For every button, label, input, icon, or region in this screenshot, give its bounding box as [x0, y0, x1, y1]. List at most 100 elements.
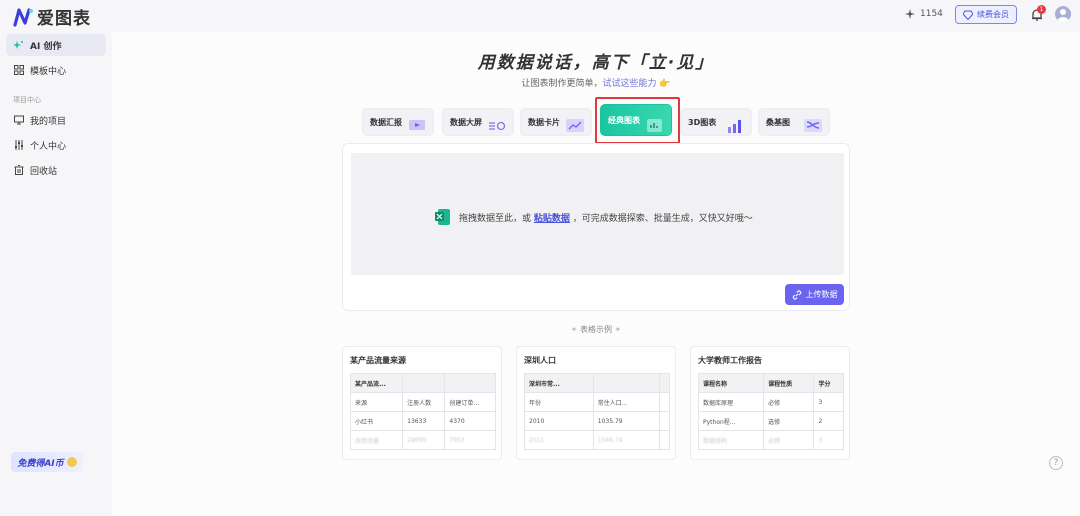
table-cell: 7953: [444, 430, 496, 450]
notification-badge: 1: [1037, 5, 1046, 14]
table-cell: [444, 373, 496, 393]
sparkle-right-icon: ✦: [614, 325, 622, 334]
table-cell: 来源: [349, 392, 404, 412]
tab-data-report[interactable]: 数据汇报: [362, 108, 434, 136]
logo-text: 爱图表: [37, 9, 91, 29]
sample-card-traffic[interactable]: 某产品流量来源 某产品流... 来源 注册人数 创建订单... 小红书 13633 43…: [342, 346, 502, 460]
table-cell: 1046.74: [592, 430, 661, 450]
sample-table: 课程名称 课程性质 学分 数据库原理 必修 3 Python程... 选修 2 数据结构 必修…: [697, 373, 844, 450]
user-icon: [1057, 9, 1069, 22]
sidebar-item-label: AI 创作: [30, 41, 62, 52]
table-cell: Python程...: [697, 411, 765, 431]
table-cell: 创建订单...: [444, 392, 496, 412]
table-cell: 小红书: [349, 411, 404, 431]
table-cell: 选修: [763, 411, 815, 431]
line-chart-icon: [566, 119, 584, 132]
sample-card-teacher-report[interactable]: 大学教师工作报告 课程名称 课程性质 学分 数据库原理 必修 3 Python程... 选…: [690, 346, 850, 460]
sidebar-group-title: 项目中心: [13, 96, 41, 104]
top-bar: 爱图表 1154 续费会员 1: [0, 0, 1080, 32]
table-cell: 必修: [763, 430, 815, 450]
sample-card-shenzhen-population[interactable]: 深圳人口 深圳市常... 年份 常住人口... 2010 1035.79 2011 1…: [516, 346, 676, 460]
tab-data-card[interactable]: 数据卡片: [520, 108, 592, 136]
avatar[interactable]: [1055, 6, 1071, 22]
tab-3d-chart[interactable]: 3D图表: [680, 108, 752, 136]
table-cell: 1035.79: [592, 411, 661, 431]
coin-icon: [66, 457, 77, 467]
refresh-icon: [489, 121, 506, 131]
sidebar-item-label: 模板中心: [30, 66, 67, 77]
sample-card-title: 大学教师工作报告: [698, 356, 762, 365]
table-cell: [592, 373, 661, 393]
table-cell: [659, 392, 670, 412]
sample-card-title: 某产品流量来源: [350, 356, 406, 365]
table-cell: 学分: [813, 373, 844, 393]
help-button[interactable]: ?: [1049, 456, 1063, 470]
sidebar-item-label: 我的项目: [30, 116, 67, 127]
sample-label-text: 表格示例: [580, 325, 612, 334]
drop-instructions: 拖拽数据至此，或 粘贴数据 ，可完成数据探索、批量生成，又快又好哦～: [435, 208, 753, 226]
sparkle-icon: [14, 41, 23, 49]
hero-subtitle-link[interactable]: 试试这些能力: [602, 79, 656, 89]
main-content: 用数据说话，高下「立·见」 让图表制作更简单，试试这些能力 👉 数据汇报 数据大…: [112, 32, 1080, 516]
sample-card-title: 深圳人口: [524, 356, 556, 365]
pointing-hand-icon: 👉: [659, 79, 671, 89]
drop-zone[interactable]: 拖拽数据至此，或 粘贴数据 ，可完成数据探索、批量生成，又快又好哦～: [351, 153, 844, 275]
sidebar-item-label: 个人中心: [30, 141, 67, 152]
table-cell: 28695: [402, 430, 446, 450]
logo-icon: [13, 7, 33, 27]
table-cell: [659, 411, 670, 431]
table-cell: 2011: [524, 430, 594, 450]
credits-count: 1154: [920, 9, 943, 19]
table-cell: 课程名称: [697, 373, 765, 393]
upload-card: 拖拽数据至此，或 粘贴数据 ，可完成数据探索、批量生成，又快又好哦～ 上传数据: [342, 143, 850, 311]
sample-section-label: ✦ 表格示例 ✦: [112, 324, 1080, 335]
upload-data-button[interactable]: 上传数据: [785, 284, 844, 305]
tab-label: 数据大屏: [450, 117, 482, 127]
presentation-icon: [409, 120, 425, 130]
sidebar-item-personal-center[interactable]: 个人中心: [6, 134, 106, 156]
tab-label: 数据汇报: [370, 117, 402, 127]
hero-subtitle: 让图表制作更简单，试试这些能力 👉: [112, 76, 1080, 89]
highlight-box: [595, 97, 680, 144]
grid-icon: [14, 65, 24, 75]
table-cell: 年份: [524, 392, 594, 412]
table-cell: 常住人口...: [592, 392, 661, 412]
table-cell: 数据库原理: [697, 392, 765, 412]
sidebar: AI 创作 模板中心 项目中心 我的项目 个人中心 回收站 免费得AI币: [0, 32, 112, 516]
sidebar-item-ai-create[interactable]: AI 创作: [6, 34, 106, 56]
credits-display[interactable]: 1154: [905, 9, 943, 19]
table-cell: 深圳市常...: [524, 373, 594, 393]
table-cell: 3: [813, 430, 844, 450]
sliders-icon: [15, 140, 23, 150]
table-cell: 自然流量: [349, 430, 404, 450]
table-cell: 数据结构: [697, 430, 765, 450]
tab-sankey[interactable]: 桑基图: [758, 108, 830, 136]
tab-label: 桑基图: [766, 117, 790, 127]
paste-data-link[interactable]: 粘贴数据: [534, 214, 570, 224]
sample-table: 深圳市常... 年份 常住人口... 2010 1035.79 2011 1046.7…: [524, 373, 670, 450]
table-cell: [659, 430, 670, 450]
sidebar-item-label: 回收站: [30, 166, 58, 177]
diamond-icon: [963, 10, 973, 20]
tab-data-screen[interactable]: 数据大屏: [442, 108, 514, 136]
sidebar-item-templates[interactable]: 模板中心: [6, 59, 106, 81]
3d-bar-icon: [728, 120, 741, 133]
table-cell: 4370: [444, 411, 496, 431]
sidebar-item-trash[interactable]: 回收站: [6, 159, 106, 181]
table-cell: 注册人数: [402, 392, 446, 412]
drop-text-prefix: 拖拽数据至此，或: [459, 213, 532, 224]
table-cell: 某产品流...: [349, 373, 404, 393]
free-ai-label: 免费得AI币: [17, 458, 64, 469]
sparkle-left-icon: ✦: [570, 325, 578, 334]
renew-membership-button[interactable]: 续费会员: [955, 5, 1017, 24]
tab-label: 3D图表: [688, 117, 717, 127]
drop-text-suffix: ，可完成数据探索、批量生成，又快又好哦～: [572, 213, 753, 224]
table-cell: 13633: [402, 411, 446, 431]
sankey-icon: [804, 119, 822, 132]
trash-icon: [14, 165, 24, 175]
sample-table: 某产品流... 来源 注册人数 创建订单... 小红书 13633 4370 自然流量 2…: [349, 373, 496, 450]
free-ai-coin-button[interactable]: 免费得AI币: [11, 452, 83, 472]
logo[interactable]: 爱图表: [12, 4, 91, 29]
sidebar-item-my-projects[interactable]: 我的项目: [6, 109, 106, 131]
table-cell: 必修: [763, 392, 815, 412]
